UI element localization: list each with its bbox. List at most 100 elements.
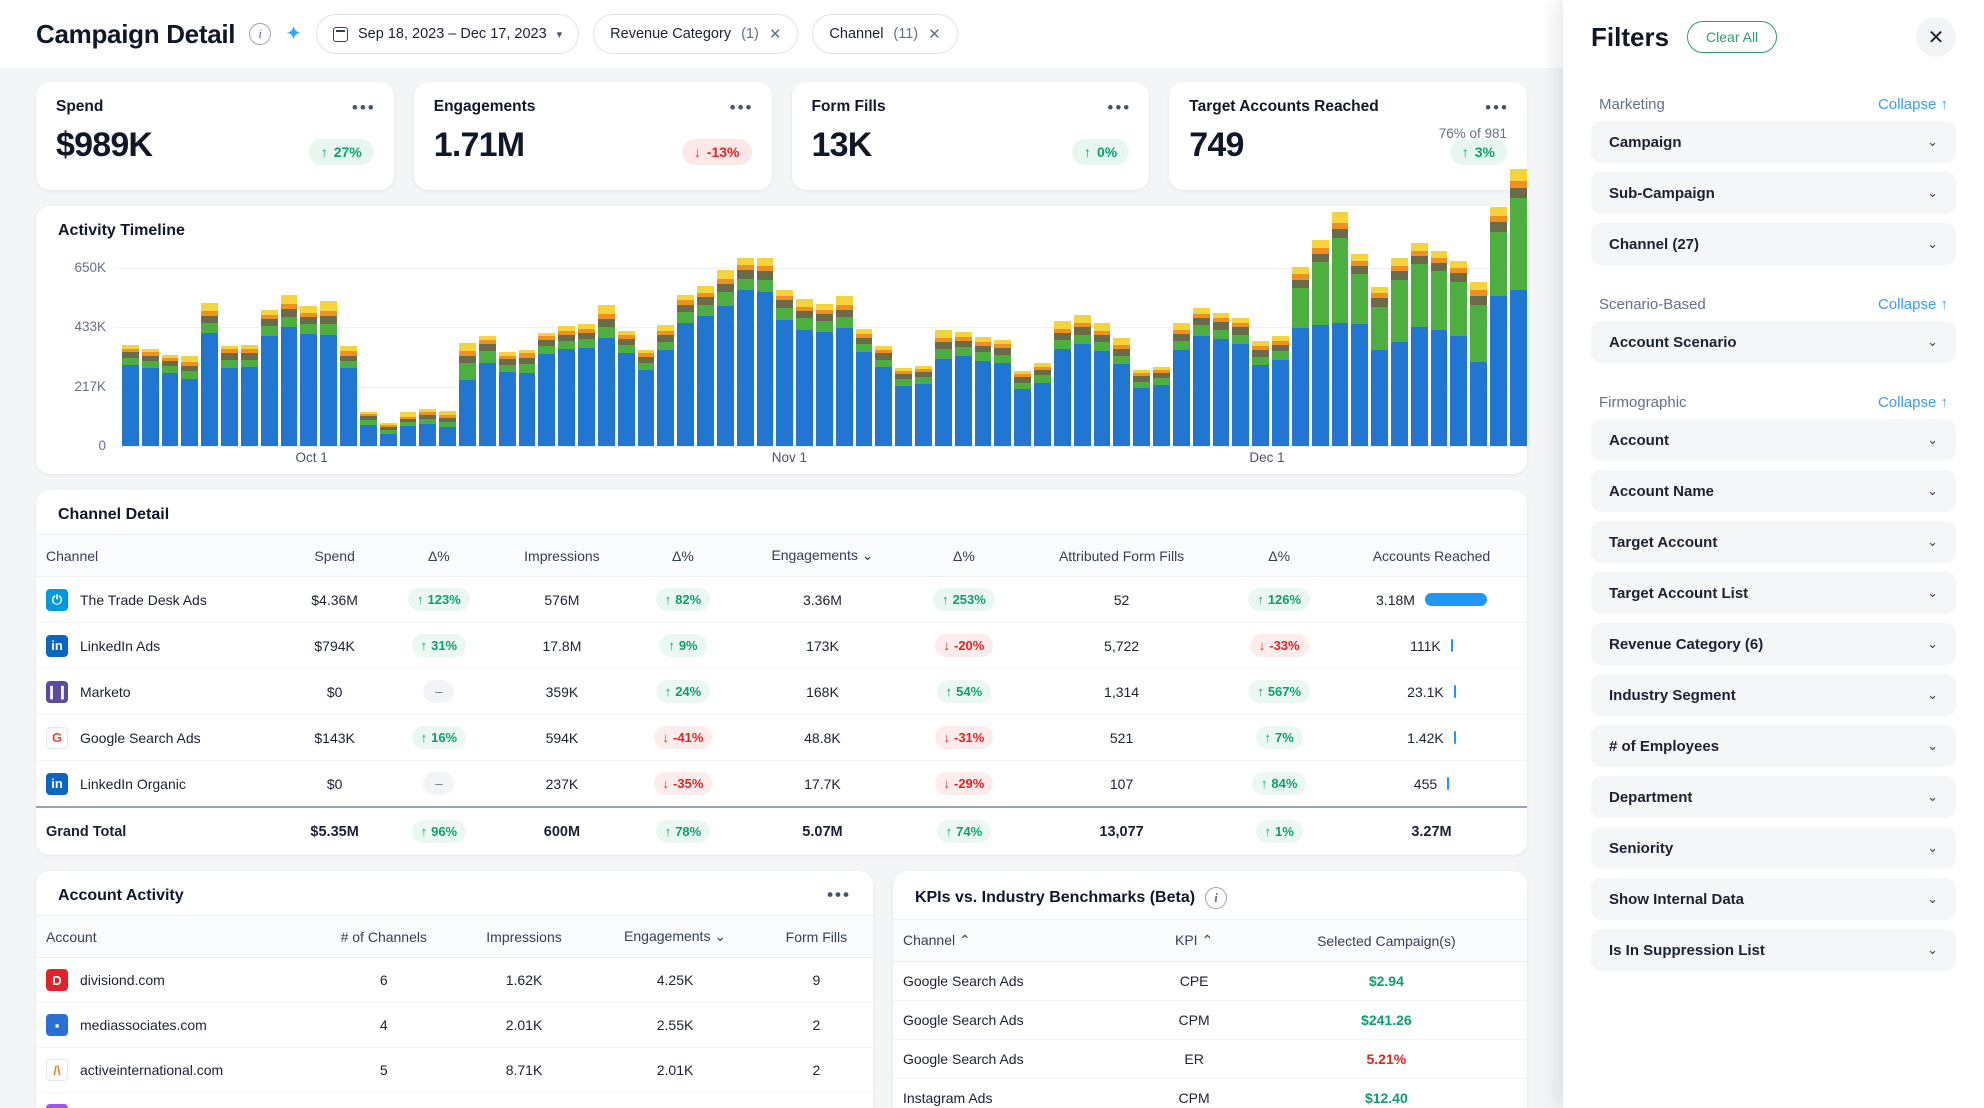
kebab-menu-icon[interactable]: ••• bbox=[1107, 98, 1131, 118]
clear-all-button[interactable]: Clear All bbox=[1687, 21, 1778, 53]
table-row[interactable]: Google Search Ads CPM $241.26 bbox=[892, 1001, 1527, 1040]
table-row[interactable]: Google Search Ads ER 5.21% bbox=[892, 1040, 1527, 1079]
chart-bar[interactable] bbox=[776, 290, 794, 446]
filter-row[interactable]: Channel (27) ⌄ bbox=[1591, 223, 1956, 265]
chart-bar[interactable] bbox=[855, 328, 873, 446]
chart-bar[interactable] bbox=[934, 329, 952, 446]
column-header[interactable]: Δ% bbox=[382, 534, 496, 577]
column-header[interactable]: KPI ⌃ bbox=[1142, 919, 1246, 962]
chart-bar[interactable] bbox=[974, 336, 992, 446]
table-row[interactable]: Google Search Ads CPE $2.94 bbox=[892, 962, 1527, 1001]
activity-timeline-chart[interactable]: 650K 433K 217K 0 bbox=[36, 169, 1527, 453]
chart-bar[interactable] bbox=[419, 408, 437, 446]
filter-row[interactable]: Is In Suppression List ⌄ bbox=[1591, 929, 1956, 971]
column-header[interactable]: Δ% bbox=[628, 534, 738, 577]
filter-row[interactable]: Account Name ⌄ bbox=[1591, 470, 1956, 512]
chart-bar[interactable] bbox=[518, 350, 536, 446]
chart-bar[interactable] bbox=[677, 295, 695, 446]
table-row[interactable]: Instagram Ads CPM $12.40 bbox=[893, 1079, 1527, 1108]
column-header[interactable]: Δ% bbox=[907, 534, 1021, 577]
filter-row[interactable]: Revenue Category (6) ⌄ bbox=[1591, 623, 1956, 665]
date-range-picker[interactable]: Sep 18, 2023 – Dec 17, 2023 ▾ bbox=[315, 14, 580, 54]
kebab-menu-icon[interactable]: ••• bbox=[730, 98, 754, 118]
table-row[interactable]: /\ activeinternational.com 5 8.71K 2.01K 2 bbox=[36, 1048, 873, 1093]
column-header[interactable]: Δ% bbox=[1222, 534, 1336, 577]
chart-bar[interactable] bbox=[201, 302, 219, 446]
chart-bar[interactable] bbox=[1410, 243, 1428, 446]
filter-chip-channel[interactable]: Channel (11) ✕ bbox=[812, 14, 958, 54]
collapse-button[interactable]: Collapse ↑ bbox=[1878, 96, 1948, 113]
chart-bar[interactable] bbox=[1371, 286, 1388, 446]
chart-bar[interactable] bbox=[1391, 257, 1408, 446]
collapse-button[interactable]: Collapse ↑ bbox=[1878, 394, 1948, 411]
chart-bar[interactable] bbox=[1034, 362, 1051, 446]
chart-bar[interactable] bbox=[161, 354, 179, 446]
chart-bar[interactable] bbox=[1470, 281, 1488, 446]
chart-bar[interactable] bbox=[340, 346, 357, 446]
chart-bar[interactable] bbox=[1331, 212, 1349, 446]
chart-bar[interactable] bbox=[280, 295, 298, 446]
info-icon[interactable]: i bbox=[249, 23, 272, 45]
chart-bar[interactable] bbox=[657, 325, 675, 446]
column-header[interactable]: Attributed Form Fills bbox=[1020, 534, 1223, 577]
chart-bar[interactable] bbox=[221, 346, 238, 446]
kpi-card-form-fills[interactable]: Form Fills ••• 13K ↑ 0% bbox=[791, 82, 1150, 190]
chart-bar[interactable] bbox=[1014, 371, 1032, 446]
sparkle-icon[interactable]: ✦ bbox=[285, 24, 302, 44]
kpi-card-engagements[interactable]: Engagements ••• 1.71M ↓ -13% bbox=[413, 82, 772, 190]
kebab-menu-icon[interactable]: ••• bbox=[827, 885, 851, 905]
close-icon[interactable]: ✕ bbox=[769, 25, 782, 43]
filter-row[interactable]: Target Account List ⌄ bbox=[1591, 572, 1956, 614]
chart-bar[interactable] bbox=[597, 304, 615, 446]
close-icon[interactable]: ✕ bbox=[1916, 17, 1956, 57]
filter-row[interactable]: Industry Segment ⌄ bbox=[1591, 674, 1956, 716]
chart-bar[interactable] bbox=[1212, 312, 1230, 446]
chart-bar[interactable] bbox=[1133, 370, 1151, 446]
chart-bar[interactable] bbox=[260, 309, 278, 446]
chart-bar[interactable] bbox=[994, 339, 1012, 446]
kebab-menu-icon[interactable]: ••• bbox=[352, 98, 376, 118]
filters-drawer-body[interactable]: Marketing Collapse ↑ Campaign ⌄ Sub-Campaign… bbox=[1563, 74, 1984, 1108]
chart-bar[interactable] bbox=[617, 330, 635, 446]
chart-bar[interactable] bbox=[1311, 240, 1329, 446]
filter-row[interactable]: Seniority ⌄ bbox=[1591, 827, 1956, 869]
table-row[interactable]: in LinkedIn Ads $794K ↑ 31% 17.8M ↑ 9% 173K ↓ -20%… bbox=[36, 623, 1527, 669]
filter-row[interactable]: Campaign ⌄ bbox=[1591, 121, 1956, 163]
collapse-button[interactable]: Collapse ↑ bbox=[1878, 296, 1948, 313]
chart-bar[interactable] bbox=[122, 344, 139, 446]
column-header[interactable]: Impressions bbox=[495, 534, 629, 577]
chart-bar[interactable] bbox=[1153, 367, 1170, 446]
filter-row[interactable]: Department ⌄ bbox=[1591, 776, 1956, 818]
chart-bar[interactable] bbox=[1093, 323, 1111, 446]
column-header[interactable]: Account bbox=[36, 915, 310, 958]
chart-bar[interactable] bbox=[459, 343, 476, 446]
chart-bar[interactable] bbox=[1509, 169, 1527, 446]
chart-bar[interactable] bbox=[1272, 335, 1289, 446]
chart-bar[interactable] bbox=[954, 331, 972, 446]
chart-bar[interactable] bbox=[915, 365, 932, 446]
chart-bar[interactable] bbox=[399, 411, 417, 446]
table-row[interactable]: ⏻ The Trade Desk Ads $4.36M ↑ 123% 576M ↑ 82% 3.… bbox=[36, 577, 1527, 623]
chart-bar[interactable] bbox=[538, 332, 556, 446]
chart-bar[interactable] bbox=[1192, 307, 1210, 446]
column-header[interactable]: Selected Campaign(s) bbox=[1245, 919, 1527, 962]
table-row[interactable]: in LinkedIn Organic $0–237K ↓ -35% 17.7K ↓ -29%… bbox=[36, 761, 1527, 807]
chart-bar[interactable] bbox=[498, 352, 516, 446]
table-row[interactable]: ❙❙ Marketo $0–359K ↑ 24% 168K ↑ 54% 1,314 ↑ 567% 23… bbox=[36, 669, 1527, 715]
chart-bar[interactable] bbox=[1430, 250, 1448, 446]
filter-row[interactable]: Account ⌄ bbox=[1591, 419, 1956, 461]
chart-bar[interactable] bbox=[1450, 260, 1468, 446]
filter-row[interactable]: Sub-Campaign ⌄ bbox=[1591, 172, 1956, 214]
column-header[interactable]: Channel bbox=[36, 534, 288, 577]
chart-bar[interactable] bbox=[875, 346, 893, 446]
filter-chip-revenue-category[interactable]: Revenue Category (1) ✕ bbox=[593, 14, 799, 54]
chart-bar[interactable] bbox=[439, 410, 457, 446]
column-header[interactable]: Spend bbox=[287, 534, 383, 577]
chart-bar[interactable] bbox=[1351, 253, 1369, 446]
chart-bar[interactable] bbox=[578, 324, 595, 446]
table-row[interactable]: G Google Search Ads $143K ↑ 16% 594K ↓ -41% 48.8… bbox=[36, 715, 1527, 761]
chart-bar[interactable] bbox=[558, 326, 576, 446]
column-header[interactable]: Channel ⌃ bbox=[892, 919, 1143, 962]
chart-bar[interactable] bbox=[359, 411, 377, 446]
filter-row[interactable]: Show Internal Data ⌄ bbox=[1591, 878, 1956, 920]
